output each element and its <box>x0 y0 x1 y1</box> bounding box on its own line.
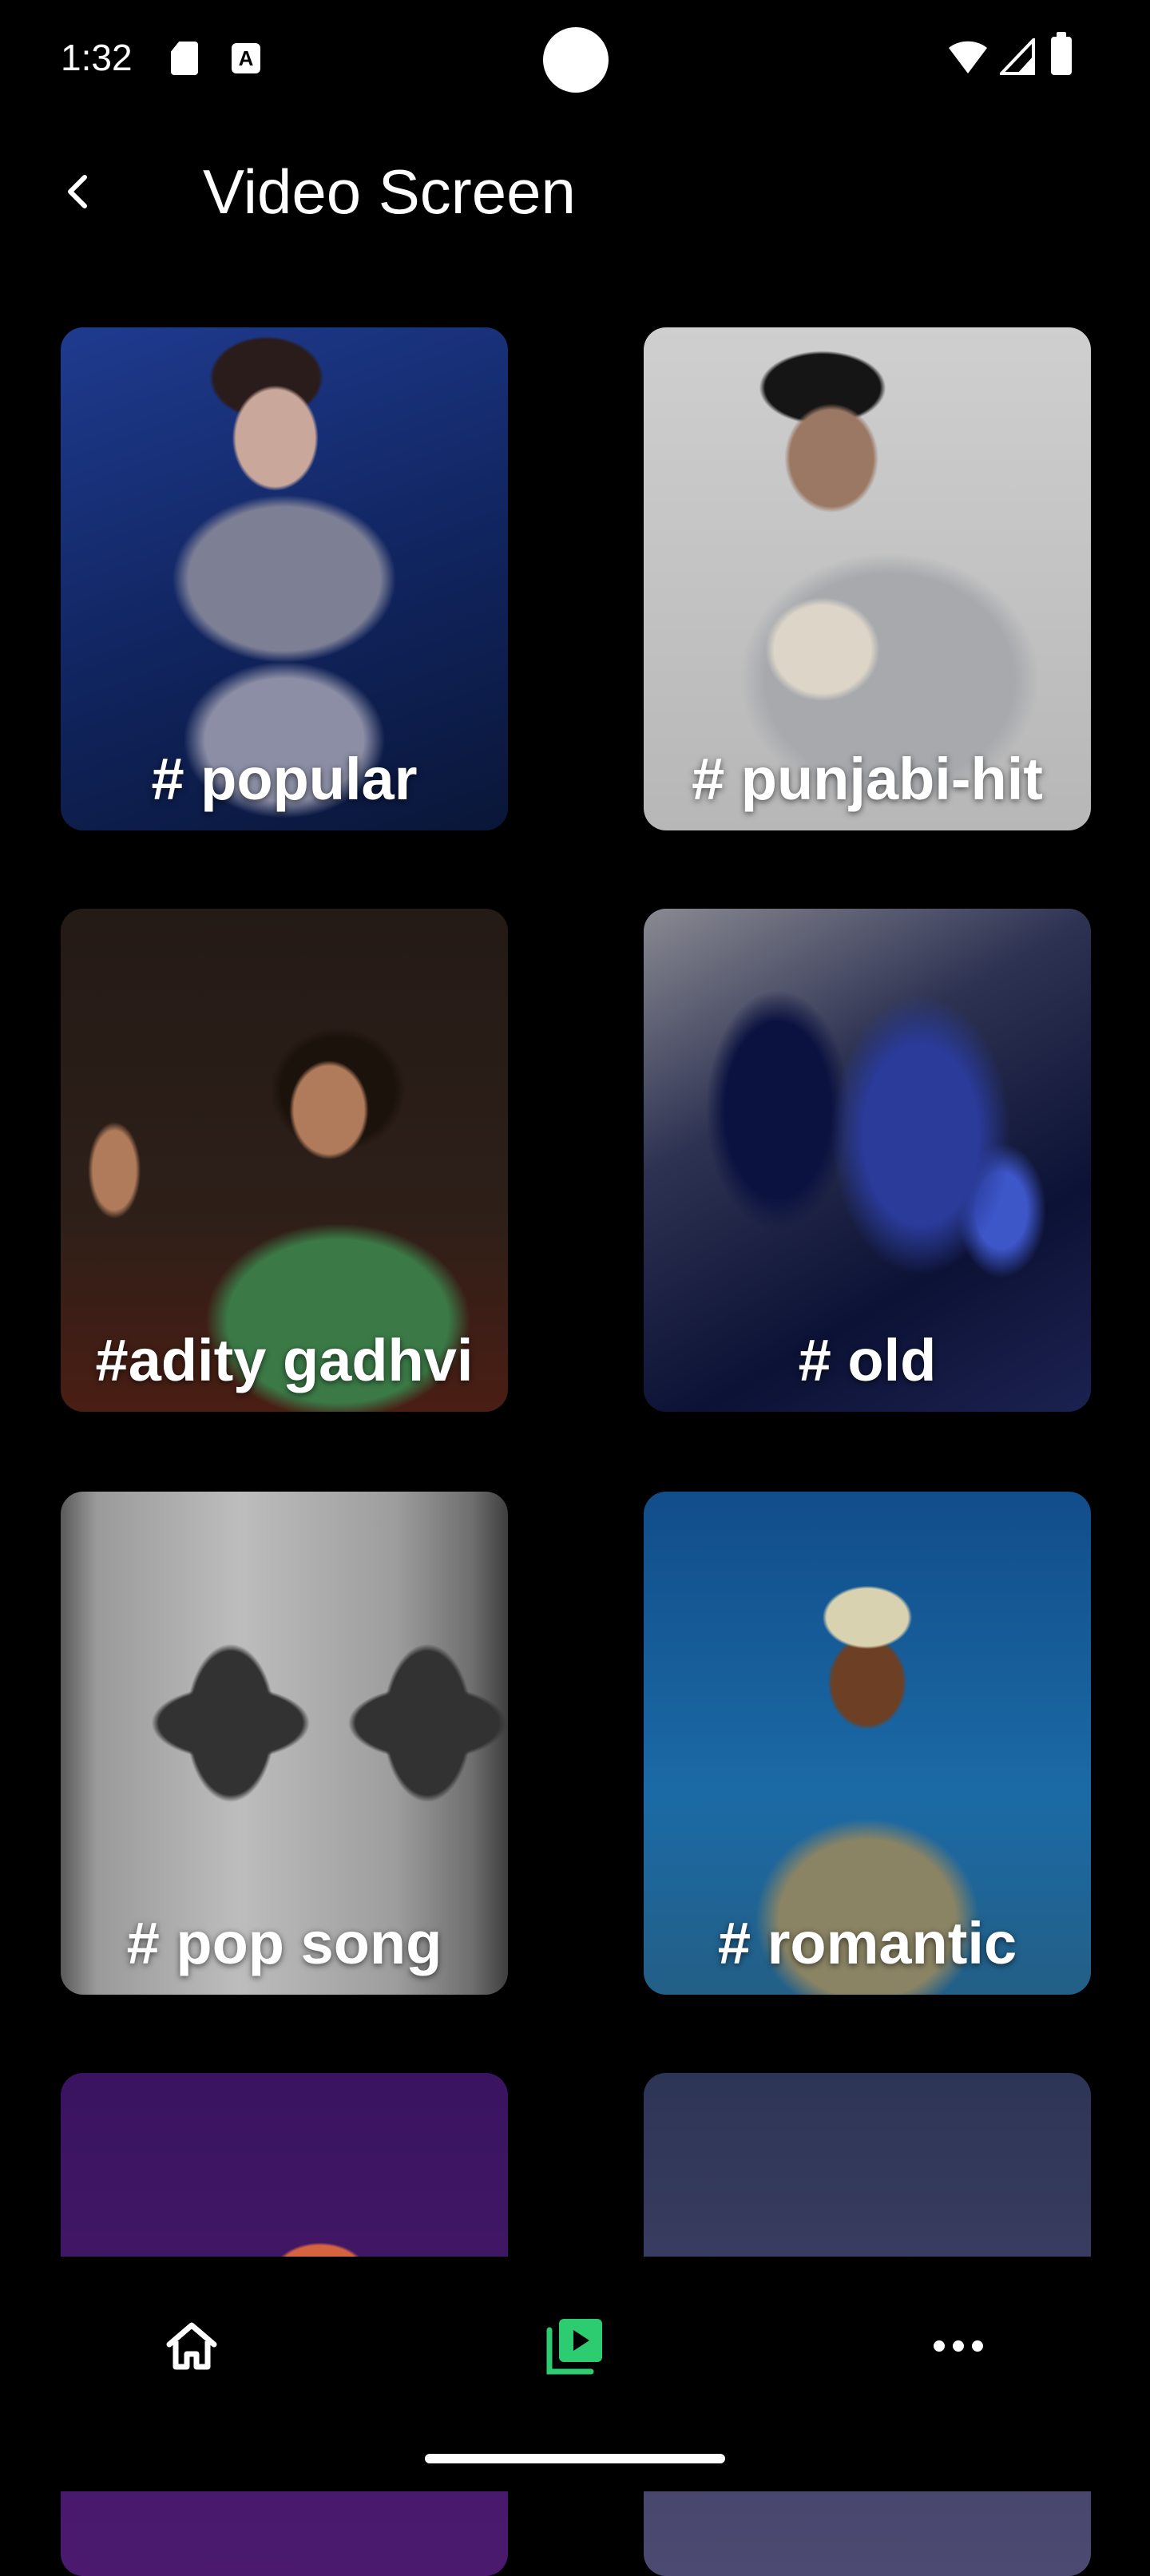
card-label: #adity gadhvi <box>95 1327 474 1393</box>
home-indicator[interactable] <box>425 2454 725 2463</box>
status-bar: 1:32 A <box>0 0 1150 120</box>
chevron-left-icon <box>68 175 87 208</box>
card-label: # pop song <box>126 1910 442 1976</box>
video-library-icon <box>546 2319 602 2375</box>
card-label: # punjabi-hit <box>692 746 1043 812</box>
category-card-old[interactable]: # old <box>644 909 1091 1412</box>
card-label: # romantic <box>717 1910 1017 1976</box>
nav-more[interactable] <box>910 2298 1006 2394</box>
category-card-pop-song[interactable]: # pop song <box>61 1492 508 1995</box>
wifi-icon <box>949 41 987 73</box>
card-label: # old <box>798 1327 937 1393</box>
more-horizontal-icon <box>934 2340 983 2352</box>
category-card-popular[interactable]: # popular <box>61 327 508 830</box>
category-card-romantic[interactable]: # romantic <box>644 1492 1091 1995</box>
page-title: Video Screen <box>203 157 576 227</box>
battery-icon <box>1051 32 1072 75</box>
status-time: 1:32 <box>61 37 133 78</box>
back-button[interactable] <box>48 160 112 224</box>
card-label: # popular <box>151 746 418 812</box>
sd-card-icon <box>171 42 198 75</box>
nav-videos[interactable] <box>527 2298 623 2394</box>
category-card-punjabi-hit[interactable]: # punjabi-hit <box>644 327 1091 830</box>
signal-icon <box>1000 38 1035 75</box>
category-card-adity-gadhvi[interactable]: #adity gadhvi <box>61 909 508 1412</box>
nav-home[interactable] <box>144 2298 240 2394</box>
camera-cutout <box>543 27 609 93</box>
a-icon: A <box>232 43 260 73</box>
home-icon <box>166 2322 217 2370</box>
